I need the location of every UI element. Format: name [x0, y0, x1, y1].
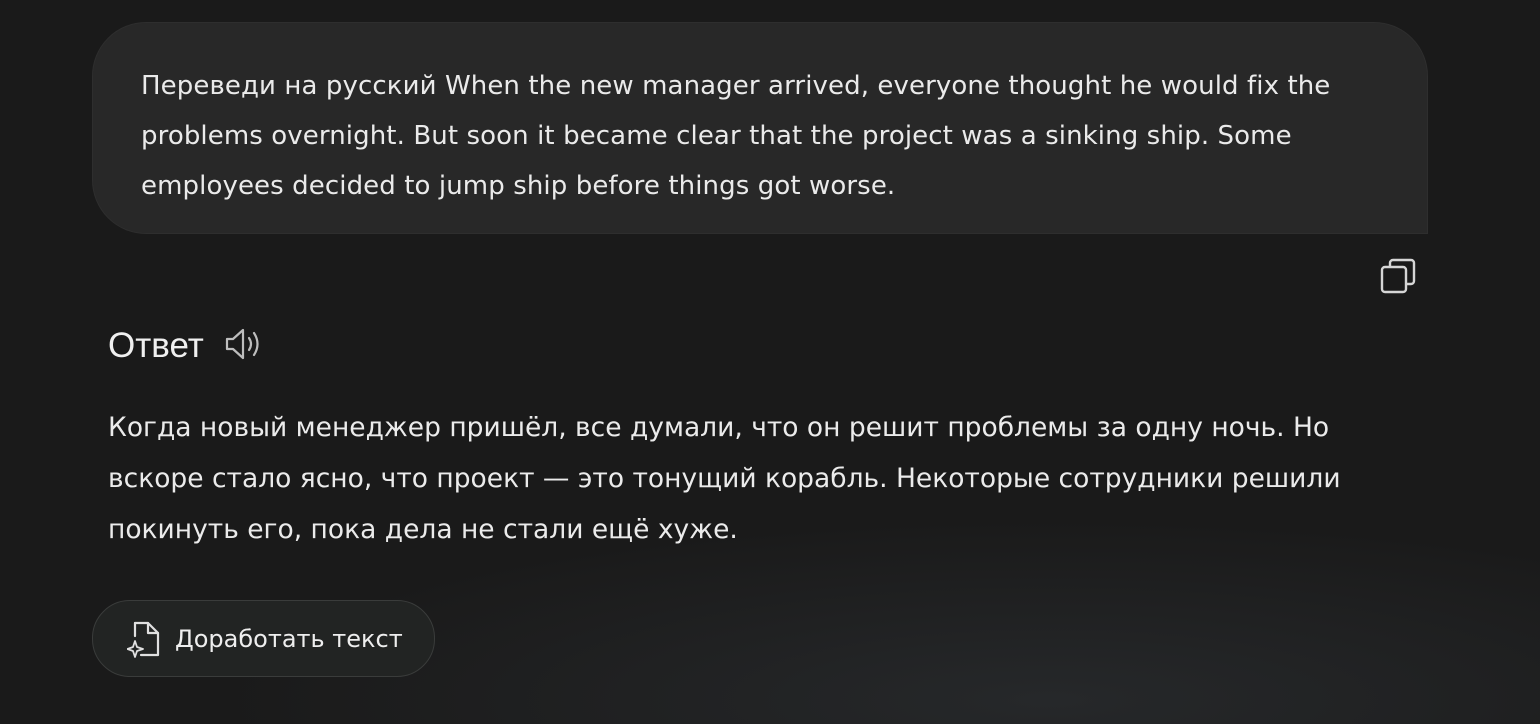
speaker-icon: [224, 324, 266, 368]
answer-text: Когда новый менеджер пришёл, все думали,…: [108, 412, 1341, 545]
copy-icon: [1379, 257, 1417, 299]
copy-button[interactable]: [1378, 258, 1418, 298]
improve-text-label: Доработать текст: [175, 624, 403, 653]
document-sparkle-icon: [127, 619, 161, 659]
read-aloud-button[interactable]: [224, 325, 266, 367]
answer-title: Ответ: [108, 326, 204, 365]
user-message-text: Переведи на русский When the new manager…: [141, 71, 1331, 201]
user-message-bubble: Переведи на русский When the new manager…: [92, 22, 1428, 234]
answer-header: Ответ: [108, 318, 266, 374]
improve-text-button[interactable]: Доработать текст: [92, 600, 435, 677]
